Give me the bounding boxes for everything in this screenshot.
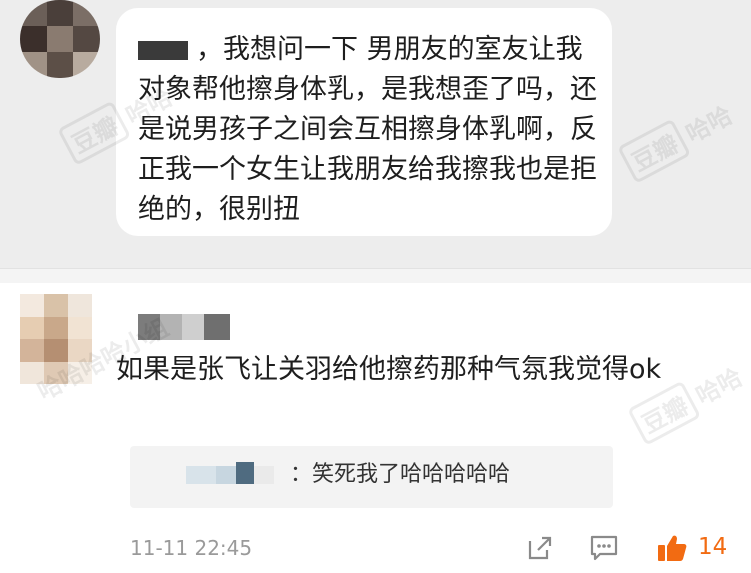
share-icon (528, 536, 552, 560)
comment-text: 如果是张飞让关羽给他擦药那种气氛我觉得ok (116, 354, 662, 385)
comment-timestamp: 11-11 22:45 (130, 536, 253, 560)
reply-text: ：笑死我了哈哈哈哈哈 (290, 462, 511, 487)
post-bubble: ，我想问一下 男朋友的室友让我对象帮他擦身体乳，是我想歪了吗，还是说男孩子之间会… (116, 8, 612, 236)
post-text: ，我想问一下 男朋友的室友让我对象帮他擦身体乳，是我想歪了吗，还是说男孩子之间会… (138, 34, 597, 225)
reply-quote[interactable]: ：笑死我了哈哈哈哈哈 (130, 446, 613, 508)
redacted-commenter-name (138, 314, 238, 340)
comment-icon (590, 535, 618, 561)
poster-avatar[interactable] (20, 0, 100, 78)
share-button[interactable] (522, 530, 558, 566)
reply-button[interactable] (586, 530, 622, 566)
redacted-reply-name (186, 462, 286, 486)
thumbs-up-icon (658, 535, 687, 561)
like-button[interactable] (654, 530, 690, 566)
like-count: 14 (698, 534, 728, 560)
section-divider (0, 268, 751, 283)
commenter-avatar[interactable] (20, 294, 92, 384)
